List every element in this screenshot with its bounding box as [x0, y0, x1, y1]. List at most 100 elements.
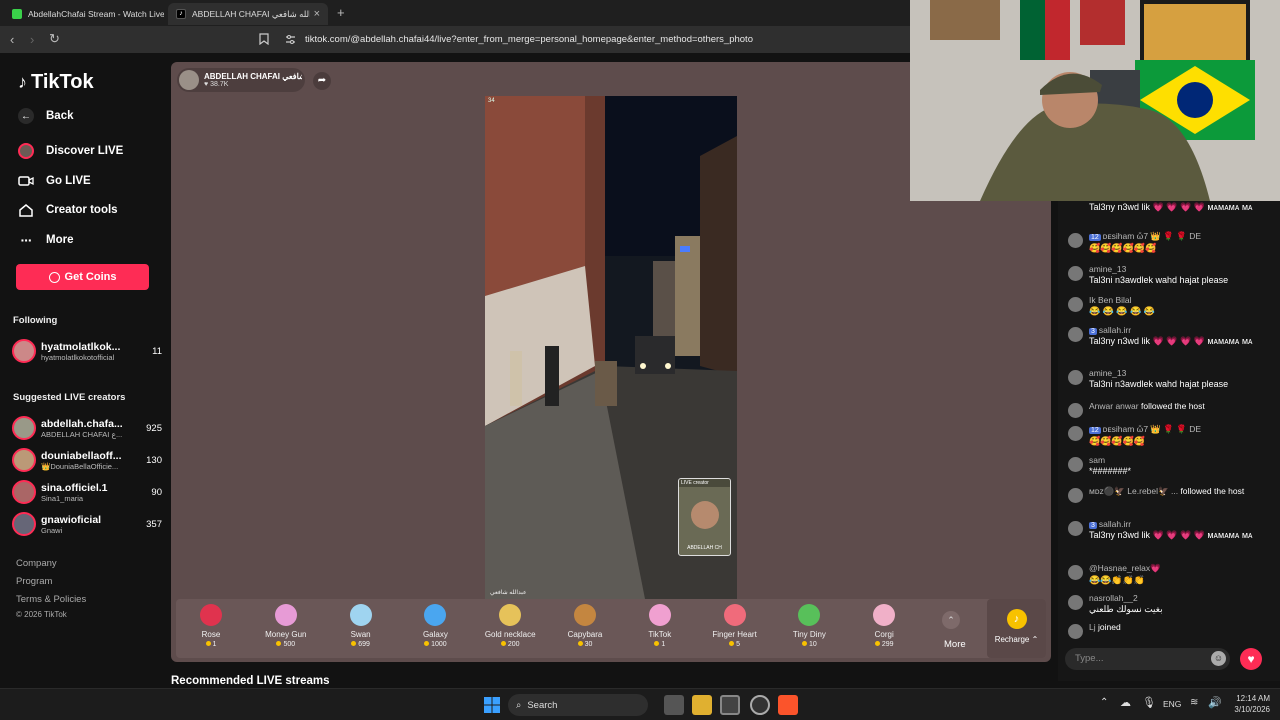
camera-app-icon[interactable]: [720, 695, 740, 715]
gift-item[interactable]: Gold necklace 200: [480, 604, 540, 648]
chat-input[interactable]: Type...: [1065, 648, 1230, 670]
nav-back[interactable]: ← Back: [18, 108, 74, 124]
footer-company[interactable]: Company: [16, 558, 57, 569]
gift-item[interactable]: Corgi 299: [854, 604, 914, 648]
clock[interactable]: 12:14 AM 3/10/2026: [1226, 693, 1270, 715]
send-heart-icon[interactable]: ♥: [1240, 648, 1262, 670]
chat-avatar[interactable]: [1068, 266, 1083, 281]
chat-avatar[interactable]: [1068, 233, 1083, 248]
bookmark-icon[interactable]: [259, 33, 269, 45]
nav-discover-live[interactable]: Discover LIVE: [18, 143, 123, 159]
app-icon[interactable]: [750, 695, 770, 715]
nav-label: More: [46, 234, 74, 246]
chat-avatar[interactable]: [1068, 488, 1083, 503]
tab-tiktok-live[interactable]: ♪ ABDELLAH CHAFAI عبدالله شافعي ×: [168, 3, 328, 25]
microphone-icon[interactable]: 🎙: [1142, 696, 1156, 709]
back-arrow-icon[interactable]: ‹: [10, 32, 14, 47]
avatar: [12, 512, 36, 536]
taskbar-search[interactable]: ⌕ Search: [508, 694, 648, 716]
chat-avatar[interactable]: [1068, 370, 1083, 385]
chat-avatar[interactable]: [1068, 595, 1083, 610]
get-coins-button[interactable]: Get Coins: [16, 264, 149, 290]
gift-item[interactable]: TikTok 1: [630, 604, 690, 648]
chat-username[interactable]: @Hasnae_relax💗: [1089, 563, 1161, 573]
guest-face: [690, 501, 719, 529]
chat-username[interactable]: ᴅᴇsiham ὤ7 👑 🌹 🌹 DE: [1103, 231, 1201, 241]
chat-username[interactable]: ᴍᴅᴢ⚫🦅 Le.rebel🦅 ...: [1089, 486, 1178, 496]
language-indicator[interactable]: ENG: [1163, 699, 1181, 709]
new-tab-button[interactable]: +: [337, 5, 345, 20]
chat-avatar[interactable]: [1068, 403, 1083, 418]
gift-item[interactable]: Capybara 30: [555, 604, 615, 648]
tray-chevron-icon[interactable]: ⌃: [1100, 697, 1108, 708]
coin-icon: [654, 641, 660, 646]
gift-item[interactable]: Money Gun 500: [256, 604, 316, 648]
chat-username[interactable]: sallah.irr: [1099, 519, 1131, 529]
suggested-item[interactable]: douniabellaoff... 👑DouniaBellaOfficie... …: [12, 447, 162, 473]
host-name: ABDELLAH CHAFAI عبدالله شافعي: [204, 72, 302, 81]
home-icon: [19, 204, 33, 217]
chat-username[interactable]: Anwar anwar: [1089, 401, 1139, 411]
host-info[interactable]: ABDELLAH CHAFAI عبدالله شافعي ♥ 38.7K: [177, 68, 305, 92]
chat-username[interactable]: nasrollah__2: [1089, 593, 1138, 603]
chat-avatar[interactable]: [1068, 521, 1083, 536]
close-tab-icon[interactable]: ×: [314, 8, 320, 20]
chat-username[interactable]: Lj: [1089, 622, 1096, 632]
volume-icon[interactable]: 🔊: [1208, 696, 1222, 709]
gift-item[interactable]: Rose 1: [181, 604, 241, 648]
creator-name: douniabellaoff...: [41, 449, 122, 462]
chat-avatar[interactable]: [1068, 565, 1083, 580]
chat-avatar[interactable]: [1068, 426, 1083, 441]
chat-avatar[interactable]: [1068, 457, 1083, 472]
recharge-button[interactable]: ♪ Recharge ⌃: [987, 599, 1046, 658]
gift-item[interactable]: Swan 699: [331, 604, 391, 648]
gift-price-value: 500: [283, 641, 296, 648]
chat-username[interactable]: Ik Ben Bilal: [1089, 295, 1132, 305]
file-explorer-icon[interactable]: [692, 695, 712, 715]
video-player[interactable]: 34 عبدالله شافعي LIVE creator ABDELLAH C…: [485, 96, 737, 599]
chat-username[interactable]: sam: [1089, 455, 1105, 465]
gift-price: 1: [181, 641, 241, 648]
gifts-more-button[interactable]: More: [944, 639, 966, 650]
chat-avatar[interactable]: [1068, 297, 1083, 312]
gift-item[interactable]: Finger Heart 5: [705, 604, 765, 648]
footer-terms[interactable]: Terms & Policies: [16, 594, 86, 605]
chat-message: Tal3ny n3wd lik 💗 💗 💗 💗 ᴍᴀᴍᴀᴍᴀ ᴍᴀ: [1068, 201, 1278, 213]
creator-name: abdellah.chafa...: [41, 417, 123, 430]
nav-more[interactable]: ··· More: [18, 232, 74, 248]
guest-pip[interactable]: LIVE creator ABDELLAH CH: [678, 478, 731, 556]
chat-username[interactable]: amine_13: [1089, 264, 1126, 274]
gift-bar: Rose 1 Money Gun 500 Swan 699 Galaxy 1000 Gold n…: [176, 599, 1046, 658]
site-info-icon[interactable]: [285, 34, 296, 45]
suggested-item[interactable]: gnawioficial Gnawi 357: [12, 511, 162, 537]
chat-avatar[interactable]: [1068, 624, 1083, 639]
reload-icon[interactable]: ↻: [49, 31, 60, 47]
nav-go-live[interactable]: Go LIVE: [18, 173, 91, 189]
chevron-up-icon[interactable]: ⌃: [942, 611, 960, 629]
cloud-icon[interactable]: ☁: [1120, 696, 1131, 709]
creator-handle: hyatmolatlkokotofficial: [41, 352, 115, 362]
windows-start-icon[interactable]: [484, 697, 500, 713]
share-icon[interactable]: ➦: [313, 72, 331, 90]
wifi-icon[interactable]: ≋: [1190, 697, 1198, 708]
brave-browser-icon[interactable]: [778, 695, 798, 715]
footer-program[interactable]: Program: [16, 576, 52, 587]
chat-message: nasrollah__2 بغيت نسولك طلعني: [1068, 593, 1278, 615]
suggested-item[interactable]: abdellah.chafa... ABDELLAH CHAFAI ع... 92…: [12, 415, 162, 441]
emoji-icon[interactable]: ☺: [1211, 651, 1226, 666]
chat-username[interactable]: sallah.irr: [1099, 325, 1131, 335]
gift-item[interactable]: Galaxy 1000: [405, 604, 465, 648]
task-view-icon[interactable]: [664, 695, 684, 715]
tab-abdellah-stream[interactable]: AbdellahChafai Stream - Watch Live: [4, 3, 164, 25]
url-field[interactable]: tiktok.com/@abdellah.chafai44/live?enter…: [305, 34, 753, 45]
gift-item[interactable]: Tiny Diny 10: [779, 604, 839, 648]
viewer-count: 130: [146, 454, 162, 466]
tiktok-logo[interactable]: ♪ TikTok: [18, 71, 94, 94]
chat-username[interactable]: ᴅᴇsiham ὤ7 👑 🌹 🌹 DE: [1103, 424, 1201, 434]
chat-avatar[interactable]: [1068, 327, 1083, 342]
forward-arrow-icon[interactable]: ›: [30, 32, 34, 47]
chat-username[interactable]: amine_13: [1089, 368, 1126, 378]
nav-creator-tools[interactable]: Creator tools: [18, 202, 118, 218]
suggested-item[interactable]: sina.officiel.1 Sina1_maria 90: [12, 479, 162, 505]
following-item[interactable]: hyatmolatlkok... hyatmolatlkokotofficial …: [12, 338, 162, 364]
